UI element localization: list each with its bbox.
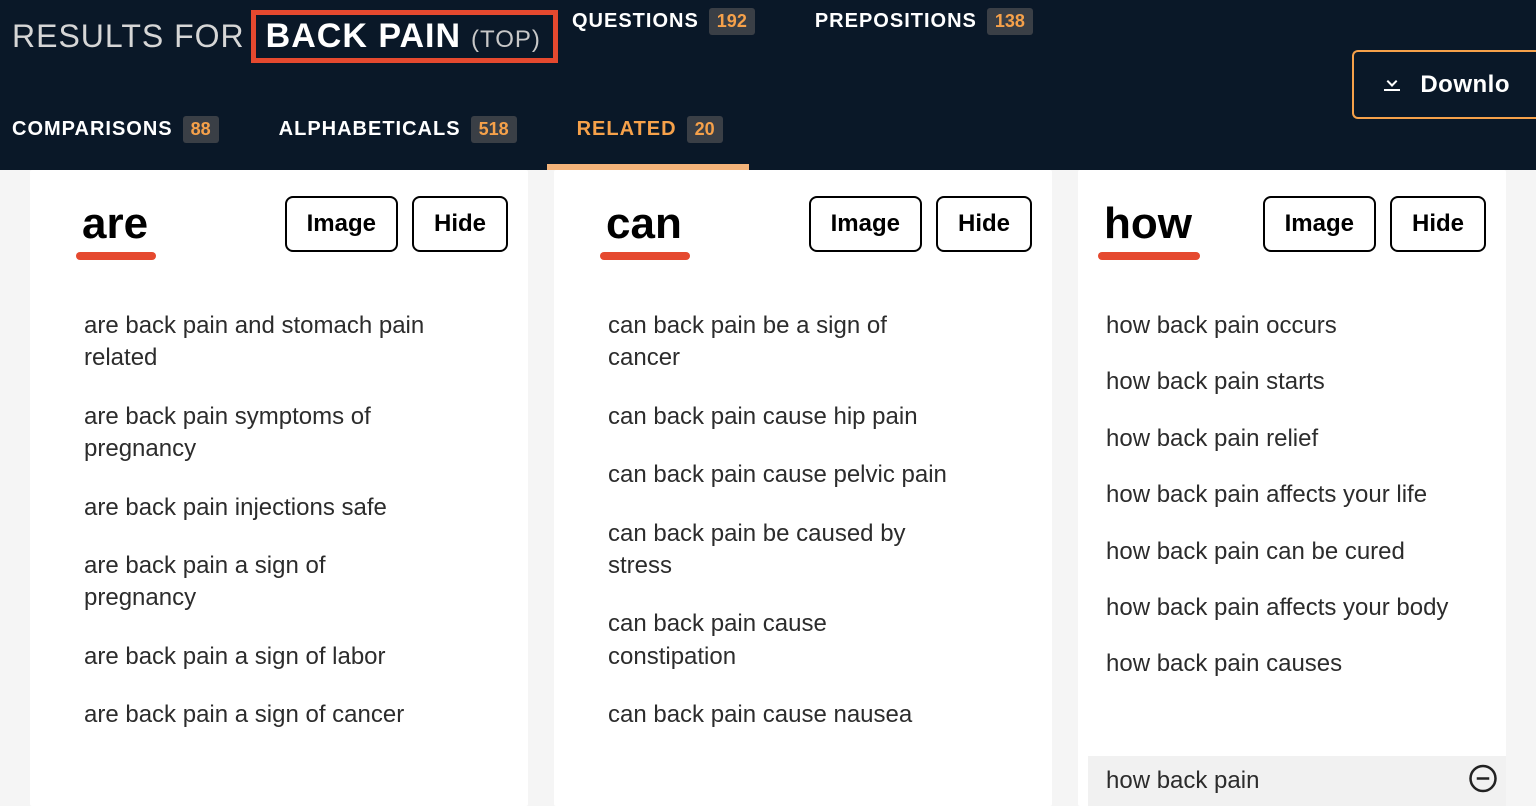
column-title-wrap: can bbox=[606, 202, 682, 246]
column-head: are Image Hide bbox=[30, 188, 528, 260]
tab-label: RELATED bbox=[577, 118, 677, 141]
list-item[interactable]: can back pain be a sign of cancer bbox=[608, 310, 968, 375]
download-label: Downlo bbox=[1420, 71, 1510, 99]
underline-highlight bbox=[600, 252, 690, 260]
list-item[interactable]: how back pain occurs bbox=[1106, 310, 1466, 342]
column-are: are Image Hide are back pain and stomach… bbox=[30, 170, 528, 806]
list-item[interactable]: how back pain can be cured bbox=[1106, 536, 1466, 568]
column-how: how Image Hide how back pain occurs how … bbox=[1078, 170, 1506, 806]
tab-questions[interactable]: QUESTIONS 192 bbox=[572, 8, 755, 35]
list-item[interactable]: how back pain bbox=[1106, 765, 1269, 797]
tab-label: COMPARISONS bbox=[12, 118, 173, 141]
list-item[interactable]: are back pain a sign of labor bbox=[84, 641, 444, 673]
keyword-subtext: (TOP) bbox=[471, 26, 541, 54]
results-for-label: RESULTS FOR bbox=[12, 18, 245, 55]
column-head: can Image Hide bbox=[554, 188, 1052, 260]
column-title: are bbox=[82, 202, 148, 246]
column-head: how Image Hide bbox=[1078, 188, 1506, 260]
tab-count: 192 bbox=[709, 8, 755, 35]
list-item[interactable]: can back pain cause hip pain bbox=[608, 401, 968, 433]
hide-button[interactable]: Hide bbox=[936, 196, 1032, 252]
column-title: can bbox=[606, 202, 682, 246]
tab-prepositions[interactable]: PREPOSITIONS 138 bbox=[815, 8, 1033, 35]
content-area: are Image Hide are back pain and stomach… bbox=[0, 170, 1536, 806]
list-item[interactable]: how back pain affects your body bbox=[1106, 592, 1466, 624]
hide-button[interactable]: Hide bbox=[1390, 196, 1486, 252]
download-icon bbox=[1380, 70, 1404, 99]
column-title-wrap: are bbox=[82, 202, 148, 246]
column-title-wrap: how bbox=[1104, 202, 1192, 246]
tab-count: 138 bbox=[987, 8, 1033, 35]
hide-button[interactable]: Hide bbox=[412, 196, 508, 252]
download-button[interactable]: Downlo bbox=[1352, 50, 1536, 119]
underline-highlight bbox=[76, 252, 156, 260]
tab-count: 20 bbox=[687, 116, 723, 143]
tab-comparisons[interactable]: COMPARISONS 88 bbox=[12, 116, 219, 143]
keyword-box: BACK PAIN (TOP) bbox=[251, 10, 558, 63]
image-button[interactable]: Image bbox=[809, 196, 922, 252]
header-bar: RESULTS FOR BACK PAIN (TOP) QUESTIONS 19… bbox=[0, 0, 1536, 170]
column-title: how bbox=[1104, 202, 1192, 246]
highlighted-item-row[interactable]: how back pain bbox=[1088, 756, 1506, 806]
list-item[interactable]: can back pain be caused by stress bbox=[608, 518, 968, 583]
tab-related[interactable]: RELATED 20 bbox=[577, 116, 723, 143]
underline-highlight bbox=[1098, 252, 1200, 260]
list-item[interactable]: are back pain and stomach pain related bbox=[84, 310, 444, 375]
title-row: RESULTS FOR BACK PAIN (TOP) bbox=[12, 10, 558, 63]
image-button[interactable]: Image bbox=[1263, 196, 1376, 252]
column-list: are back pain and stomach pain related a… bbox=[30, 260, 528, 732]
list-item[interactable]: can back pain cause constipation bbox=[608, 608, 968, 673]
remove-icon[interactable] bbox=[1468, 764, 1498, 799]
tab-label: ALPHABETICALS bbox=[279, 118, 461, 141]
tab-label: QUESTIONS bbox=[572, 10, 699, 33]
tabs-row-top: QUESTIONS 192 PREPOSITIONS 138 bbox=[572, 8, 1033, 35]
list-item[interactable]: can back pain cause pelvic pain bbox=[608, 459, 968, 491]
keyword-text: BACK PAIN bbox=[266, 17, 461, 56]
list-item[interactable]: are back pain symptoms of pregnancy bbox=[84, 401, 444, 466]
list-item[interactable]: how back pain starts bbox=[1106, 366, 1466, 398]
list-item[interactable]: can back pain cause nausea bbox=[608, 699, 968, 731]
tab-count: 88 bbox=[183, 116, 219, 143]
column-list: can back pain be a sign of cancer can ba… bbox=[554, 260, 1052, 732]
list-item[interactable]: how back pain causes bbox=[1106, 648, 1466, 680]
column-list: how back pain occurs how back pain start… bbox=[1078, 260, 1506, 681]
tab-count: 518 bbox=[471, 116, 517, 143]
list-item[interactable]: how back pain relief bbox=[1106, 423, 1466, 455]
list-item[interactable]: are back pain injections safe bbox=[84, 492, 444, 524]
tabs-row-bottom: COMPARISONS 88 ALPHABETICALS 518 RELATED… bbox=[12, 116, 723, 143]
list-item[interactable]: are back pain a sign of cancer bbox=[84, 699, 444, 731]
column-can: can Image Hide can back pain be a sign o… bbox=[554, 170, 1052, 806]
tab-label: PREPOSITIONS bbox=[815, 10, 977, 33]
image-button[interactable]: Image bbox=[285, 196, 398, 252]
list-item[interactable]: how back pain affects your life bbox=[1106, 479, 1466, 511]
list-item[interactable]: are back pain a sign of pregnancy bbox=[84, 550, 444, 615]
tab-alphabeticals[interactable]: ALPHABETICALS 518 bbox=[279, 116, 517, 143]
